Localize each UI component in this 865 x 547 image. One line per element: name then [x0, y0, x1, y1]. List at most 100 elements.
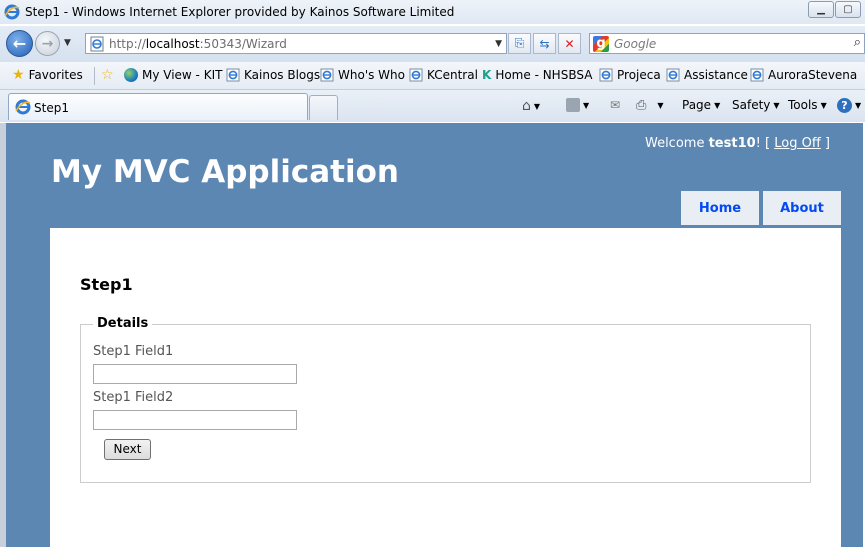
- globe-icon: [124, 68, 138, 82]
- tab-step1[interactable]: Step1: [8, 93, 308, 120]
- print-dropdown-caret[interactable]: ▼: [657, 101, 663, 110]
- fav-link-home-nhsbsa[interactable]: K Home - NHSBSA: [482, 68, 592, 82]
- search-icon[interactable]: ⌕: [854, 35, 861, 50]
- maximize-button[interactable]: ▢: [835, 1, 861, 18]
- details-fieldset: Details Step1 Field1 Step1 Field2 Next: [80, 316, 811, 483]
- help-menu[interactable]: ? ▼: [837, 98, 861, 113]
- welcome-suffix: ! [: [755, 136, 771, 151]
- refresh-icon: ⇆: [539, 36, 550, 51]
- printer-icon: ⎙: [636, 98, 647, 113]
- stop-button[interactable]: ✕: [558, 33, 581, 54]
- fav-link-aurorastevena[interactable]: AuroraStevena: [750, 68, 857, 82]
- minimize-button[interactable]: ▁: [808, 1, 834, 18]
- search-placeholder: Google: [614, 37, 657, 51]
- fav-label: Projeca: [617, 68, 661, 82]
- minimize-icon: ▁: [817, 4, 825, 15]
- page-menu[interactable]: Page ▼: [682, 98, 720, 112]
- window-frame-left: [0, 123, 6, 547]
- favorites-label: Favorites: [28, 68, 83, 82]
- address-dropdown[interactable]: ▼: [495, 39, 502, 49]
- compatibility-icon: ⎘: [514, 36, 525, 50]
- stop-icon: ✕: [564, 36, 575, 51]
- forward-button[interactable]: →: [35, 31, 60, 56]
- fav-label: Who's Who: [338, 68, 405, 82]
- internet-explorer-icon: [15, 99, 31, 115]
- tools-menu[interactable]: Tools ▼: [788, 98, 827, 112]
- fav-link-my-view[interactable]: My View - KIT: [124, 68, 222, 82]
- print-command[interactable]: ⎙ ▼: [636, 98, 664, 113]
- chevron-down-icon: ▼: [820, 100, 827, 110]
- back-arrow-icon: ←: [12, 34, 27, 53]
- menu-about-label: About: [780, 200, 824, 216]
- recent-pages-dropdown[interactable]: ▼: [64, 38, 71, 48]
- chevron-down-icon: ▼: [773, 100, 780, 110]
- page-viewport: My MVC Application Welcome test10! [ Log…: [0, 123, 865, 547]
- page-menu-label: Page: [682, 98, 712, 112]
- login-display: Welcome test10! [ Log Off ]: [645, 136, 830, 151]
- tab-label: Step1: [34, 101, 69, 115]
- fav-label: Kainos Blogs: [244, 68, 321, 82]
- chevron-down-icon: ▼: [714, 100, 721, 110]
- new-tab-button[interactable]: [309, 95, 338, 120]
- favorites-star-icon: ★: [12, 67, 25, 83]
- home-icon: ⌂: [522, 98, 531, 114]
- field2-input[interactable]: [93, 410, 297, 430]
- search-field[interactable]: g Google ⌕: [589, 33, 865, 54]
- logoff-bracket: ]: [824, 136, 830, 151]
- read-mail-command[interactable]: ✉: [610, 98, 620, 112]
- add-favorite-icon[interactable]: ☆: [101, 68, 114, 82]
- menu-about[interactable]: About: [763, 191, 841, 225]
- fav-link-kainos-blogs[interactable]: Kainos Blogs: [226, 68, 320, 82]
- app-title: My MVC Application: [51, 154, 399, 190]
- fieldset-legend: Details: [93, 316, 153, 331]
- back-button[interactable]: ←: [6, 30, 33, 57]
- google-icon: g: [593, 36, 609, 52]
- menu-home-label: Home: [698, 200, 742, 216]
- address-toolbar: ← → ▼ http://localhost:50343/Wizard ▼ ⎘ …: [0, 26, 865, 62]
- fav-label: KCentral: [427, 68, 478, 82]
- ie-page-icon: [320, 68, 334, 82]
- address-field[interactable]: http://localhost:50343/Wizard ▼: [85, 33, 507, 54]
- feeds-command[interactable]: ▼: [566, 98, 589, 112]
- feeds-dropdown-caret[interactable]: ▼: [583, 101, 589, 110]
- help-dropdown-caret[interactable]: ▼: [855, 101, 861, 110]
- favorites-button[interactable]: ★ Favorites: [12, 68, 83, 82]
- compatibility-view-button[interactable]: ⎘: [508, 33, 531, 54]
- fav-label: AuroraStevena: [768, 68, 858, 82]
- next-button[interactable]: Next: [104, 439, 151, 460]
- maximize-icon: ▢: [843, 4, 853, 15]
- forward-arrow-icon: →: [41, 35, 54, 52]
- ie-page-icon: [226, 68, 240, 82]
- fav-link-whos-who[interactable]: Who's Who: [320, 68, 405, 82]
- home-dropdown-caret[interactable]: ▼: [534, 102, 540, 111]
- field2-label: Step1 Field2: [93, 390, 174, 405]
- ie-page-icon: [666, 68, 680, 82]
- menu-home[interactable]: Home: [681, 191, 759, 225]
- page-title: Step1: [80, 275, 133, 294]
- ie-page-icon: [409, 68, 423, 82]
- fav-link-kcentral[interactable]: KCentral: [409, 68, 478, 82]
- window-titlebar: Step1 - Windows Internet Explorer provid…: [0, 0, 865, 24]
- rss-feed-icon: [566, 98, 580, 112]
- safety-menu[interactable]: Safety ▼: [732, 98, 780, 112]
- tools-menu-label: Tools: [788, 98, 818, 112]
- favorites-separator: [94, 67, 95, 85]
- window-title: Step1 - Windows Internet Explorer provid…: [25, 5, 455, 19]
- fav-label: Assistance: [684, 68, 748, 82]
- fav-label: My View - KIT: [142, 68, 223, 82]
- logoff-link[interactable]: Log Off: [774, 136, 821, 151]
- nhsbsa-icon: K: [482, 68, 492, 82]
- welcome-text: Welcome: [644, 136, 705, 151]
- mail-icon: ✉: [610, 98, 621, 112]
- fav-link-projeca[interactable]: Projeca: [599, 68, 661, 82]
- fav-link-assistance[interactable]: Assistance: [666, 68, 748, 82]
- field1-input[interactable]: [93, 364, 297, 384]
- ie-page-icon: [750, 68, 764, 82]
- address-url: http://localhost:50343/Wizard: [109, 37, 287, 51]
- fav-label: Home - NHSBSA: [495, 68, 593, 82]
- refresh-button[interactable]: ⇆: [533, 33, 556, 54]
- username: test10: [708, 136, 756, 151]
- home-command[interactable]: ⌂ ▼: [522, 98, 540, 114]
- tab-bar: Step1 ⌂ ▼ ▼ ✉ ⎙ ▼ Page ▼ Safety ▼ Tools ▼ ? ▼: [0, 90, 865, 122]
- help-icon: ?: [837, 98, 852, 113]
